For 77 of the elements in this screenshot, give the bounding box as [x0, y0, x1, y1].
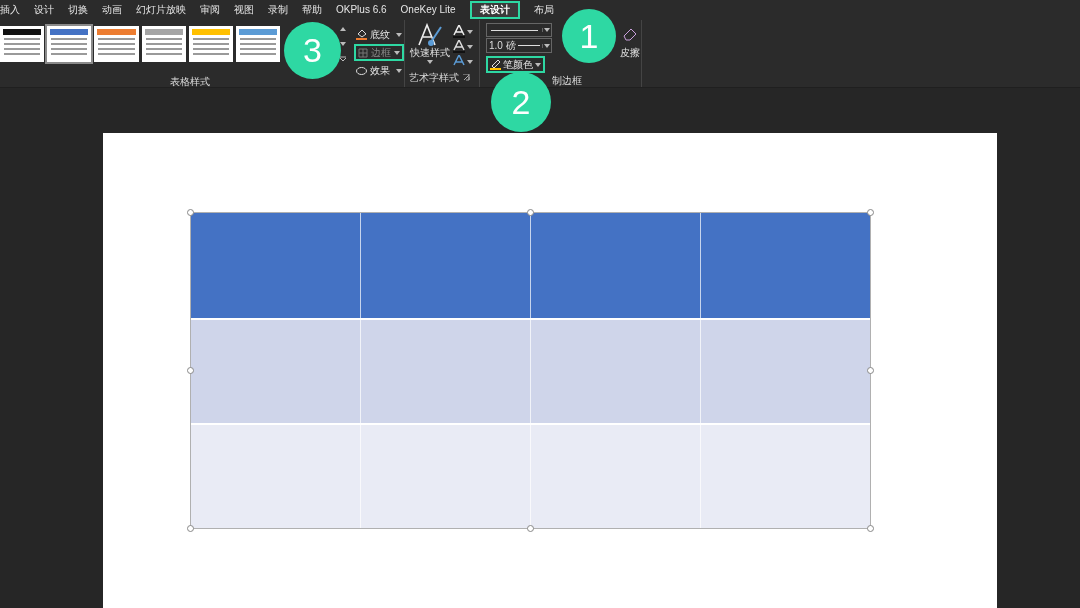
table-style-thumbnail[interactable]: [188, 26, 233, 62]
table-cell[interactable]: [530, 425, 700, 528]
ribbon-tab[interactable]: 动画: [102, 1, 122, 19]
ribbon-tab[interactable]: 幻灯片放映: [136, 1, 186, 19]
resize-handle[interactable]: [526, 524, 534, 532]
resize-handle[interactable]: [186, 208, 194, 216]
wordart-button[interactable]: [453, 25, 473, 38]
table-style-thumbnail[interactable]: [235, 26, 281, 62]
effects-icon: [356, 66, 368, 75]
resize-handle[interactable]: [866, 366, 874, 374]
pen-color-button[interactable]: 笔颜色: [486, 56, 545, 73]
group-label: 艺术字样式: [409, 71, 459, 85]
table-cell[interactable]: [360, 320, 530, 423]
ribbon-tab[interactable]: 插入: [0, 1, 20, 19]
resize-handle[interactable]: [866, 208, 874, 216]
resize-handle[interactable]: [186, 366, 194, 374]
expand-icon[interactable]: [339, 56, 348, 62]
caret-icon: [396, 32, 403, 37]
table-cell[interactable]: [530, 213, 700, 318]
ribbon-tab[interactable]: 表设计: [469, 1, 520, 19]
resize-handle[interactable]: [866, 524, 874, 532]
caret-icon: [394, 50, 401, 55]
step-badge: 2: [491, 72, 551, 132]
caret-icon: [535, 62, 541, 67]
ribbon-tab[interactable]: 录制: [268, 1, 288, 19]
table-cell[interactable]: [700, 213, 870, 318]
table-style-thumbnail[interactable]: [94, 26, 139, 62]
pen-weight-dropdown[interactable]: 1.0 磅: [486, 38, 552, 53]
ribbon-tab[interactable]: 视图: [234, 1, 254, 19]
resize-handle[interactable]: [186, 524, 194, 532]
table-cell[interactable]: [360, 213, 530, 318]
table-style-thumbnail[interactable]: [47, 26, 92, 62]
eraser-icon: [622, 26, 638, 42]
table-cell[interactable]: [191, 425, 360, 528]
eraser-button[interactable]: 皮擦: [620, 26, 640, 73]
caret-icon: [467, 59, 473, 64]
ribbon-tab[interactable]: 切换: [68, 1, 88, 19]
scroll-down-icon[interactable]: [339, 41, 348, 47]
ribbon-button[interactable]: 底纹: [354, 26, 405, 43]
quick-styles-button[interactable]: 快速样式: [408, 23, 452, 64]
border-grid-icon: [358, 47, 369, 58]
resize-handle[interactable]: [526, 208, 534, 216]
caret-icon: [467, 44, 473, 49]
ribbon-tab[interactable]: 审阅: [200, 1, 220, 19]
text-effects-icon: [453, 55, 465, 68]
table-style-thumbnail[interactable]: [0, 26, 45, 62]
group-label: 制边框: [552, 74, 582, 88]
text-outline-icon: [453, 40, 465, 53]
paint-bucket-icon: [356, 29, 368, 40]
table-cell[interactable]: [700, 425, 870, 528]
scroll-up-icon[interactable]: [339, 26, 348, 32]
caret-icon: [427, 59, 433, 64]
wordart-button[interactable]: [453, 40, 473, 53]
caret-icon: [467, 29, 473, 34]
gallery-scrollbar[interactable]: [339, 26, 348, 62]
wordart-button[interactable]: [453, 55, 473, 68]
caret-icon: [544, 28, 550, 32]
ribbon-button[interactable]: 效果: [354, 62, 405, 79]
caret-icon: [396, 68, 403, 73]
pen-icon: [490, 59, 501, 70]
ribbon-tab[interactable]: OKPlus 6.6: [336, 1, 387, 19]
letter-brush-icon: [417, 23, 443, 47]
table-cell[interactable]: [191, 213, 360, 318]
ribbon-tab[interactable]: 帮助: [302, 1, 322, 19]
table-style-thumbnail[interactable]: [141, 26, 186, 62]
dialog-launcher-icon[interactable]: [463, 74, 470, 81]
ribbon-tab[interactable]: 布局: [533, 1, 554, 19]
table-cell[interactable]: [360, 425, 530, 528]
table-cell[interactable]: [700, 320, 870, 423]
text-fill-icon: [453, 25, 465, 38]
table-cell[interactable]: [191, 320, 360, 423]
ribbon-tab[interactable]: OneKey Lite: [400, 1, 456, 19]
pen-style-dropdown[interactable]: [486, 23, 552, 37]
table-cell[interactable]: [530, 320, 700, 423]
caret-icon: [544, 43, 550, 48]
ribbon-tab[interactable]: 设计: [34, 1, 54, 19]
group-label: 表格样式: [170, 75, 210, 89]
